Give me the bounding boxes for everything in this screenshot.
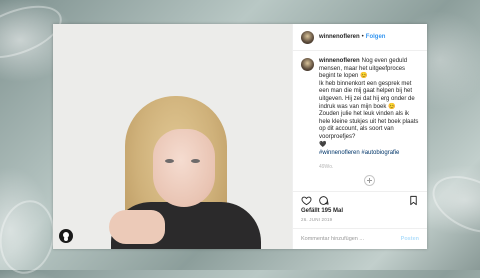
caption-line: Zouden julie het leuk vinden als ik hele…: [319, 111, 419, 140]
photo-subject-eye: [165, 159, 174, 163]
bookmark-icon[interactable]: [408, 195, 419, 206]
comment-input[interactable]: Kommentar hinzufügen ...: [301, 236, 401, 242]
follow-button[interactable]: Folgen: [366, 34, 386, 40]
photo-subject-face: [153, 129, 215, 207]
caption-line: 🖤: [319, 141, 327, 148]
caption-timestamp: 49Wo.: [319, 163, 334, 170]
caption-area: winnenofleren Nog even geduld mensen, maa…: [293, 51, 427, 191]
action-bar: [293, 191, 427, 208]
post-date: 26. JUNI 2019: [301, 217, 333, 222]
header-username[interactable]: winnenofleren: [319, 34, 360, 40]
comment-bar: Kommentar hinzufügen ... Posten: [293, 228, 427, 249]
caption-username[interactable]: winnenofleren: [319, 58, 360, 64]
caption-hashtags[interactable]: #winnenofleren #autobiografie: [319, 150, 419, 158]
heart-icon[interactable]: [301, 195, 312, 206]
person-icon[interactable]: [59, 229, 73, 243]
photo-subject-hand: [109, 210, 165, 244]
speech-bubble-icon[interactable]: [318, 195, 329, 206]
post-header: winnenofleren • Folgen: [293, 24, 427, 51]
plus-circle-icon[interactable]: [363, 175, 375, 187]
photo-subject-eye: [191, 159, 200, 163]
post-photo[interactable]: [53, 24, 292, 249]
instagram-post-card: winnenofleren • Folgen winnenofleren Nog …: [53, 24, 427, 249]
caption-line: Ik heb binnenkort een gesprek met een ma…: [319, 80, 415, 110]
header-separator: •: [361, 34, 364, 40]
caption-avatar[interactable]: [301, 58, 314, 71]
background-light-ripple: [0, 195, 61, 278]
post-details-panel: winnenofleren • Folgen winnenofleren Nog …: [292, 24, 427, 249]
caption-text: winnenofleren Nog even geduld mensen, maa…: [319, 58, 419, 191]
background-light-ripple: [423, 164, 480, 245]
avatar[interactable]: [301, 30, 314, 44]
post-comment-button[interactable]: Posten: [401, 236, 419, 242]
